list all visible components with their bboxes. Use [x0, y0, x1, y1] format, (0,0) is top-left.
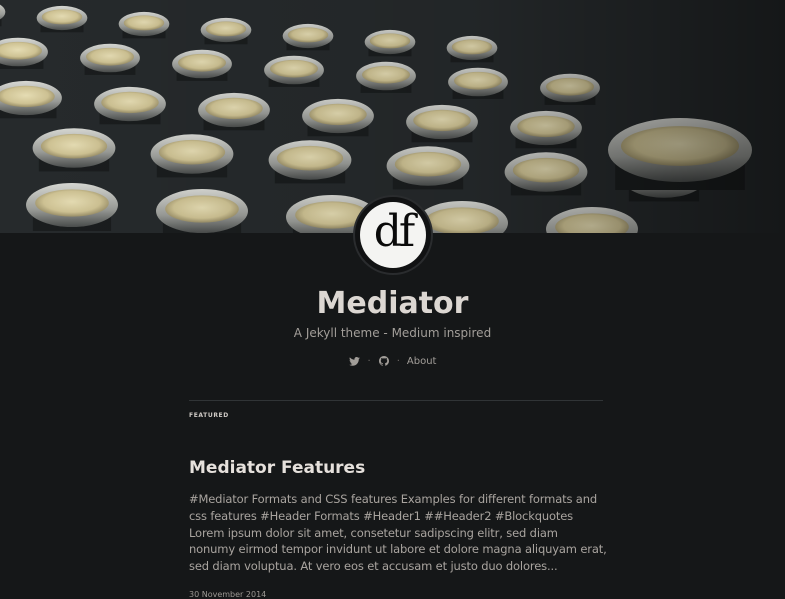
about-link[interactable]: About: [407, 356, 437, 367]
nav-separator: ·: [396, 355, 400, 367]
social-nav: · · About: [0, 353, 785, 369]
post-excerpt: #Mediator Formats and CSS features Examp…: [189, 492, 607, 574]
nav-separator: ·: [367, 355, 371, 367]
site-description: A Jekyll theme - Medium inspired: [293, 326, 492, 340]
page: df Mediator A Jekyll theme - Medium insp…: [0, 0, 785, 599]
github-icon[interactable]: [378, 355, 390, 367]
site-title[interactable]: Mediator: [0, 284, 785, 324]
post-date: 30 November 2014: [189, 590, 267, 599]
twitter-icon[interactable]: [349, 355, 361, 367]
divider: [189, 400, 603, 401]
post-title[interactable]: Mediator Features: [189, 456, 365, 480]
avatar[interactable]: df: [353, 195, 433, 275]
featured-label: FEATURED: [189, 412, 229, 419]
avatar-logo: df: [360, 202, 426, 268]
